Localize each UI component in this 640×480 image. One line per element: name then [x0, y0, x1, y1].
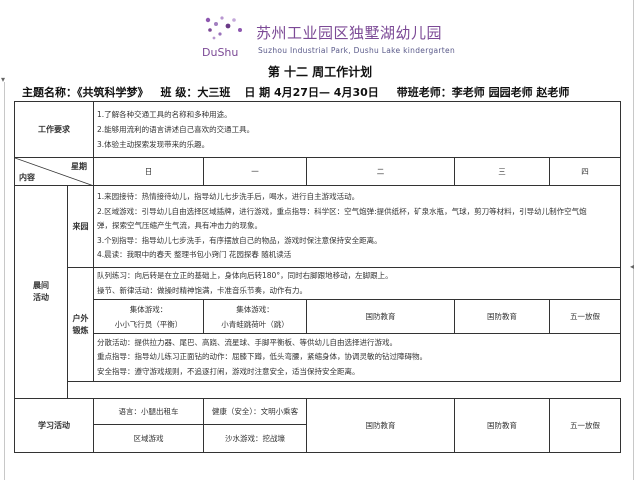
arrival-item: 3.个别指导：指导幼儿七步洗手，有序摆放自己的物品，游戏时保注意保持安全距离。 — [97, 235, 382, 245]
right-edge-marker-icon: ◂ — [630, 262, 635, 271]
morning-activity-label: 晨间 活动 — [14, 185, 68, 399]
weekday-header-cell: 星期 内容 — [14, 157, 94, 186]
safety-guidance: 安全指导：遵守游戏规则，不追逐打闹，游戏时注意安全，适当保持安全距离。 — [97, 366, 360, 376]
key-guidance: 重点指导：指导幼儿练习正面钻的动作：屈膝下蹲，低头弯腰，紧缩身体，协调灵敏的钻过… — [97, 352, 427, 362]
group-game-monday: 集体游戏： 小青蛙跳荷叶（跳） — [203, 299, 307, 334]
arrival-label: 来园 — [67, 185, 94, 268]
class-name: 班 级：大三班 — [160, 86, 231, 99]
weekday-label: 星期 — [71, 162, 87, 171]
logo-mark-icon: DuShu — [202, 16, 242, 59]
date-range: 日 期 4月27日— 4月30日 — [244, 86, 379, 99]
outdoor-drills: 队列练习：向后转是在立正的基础上，身体向后转180°，同时右脚跟地移动，左脚跟上… — [92, 267, 622, 300]
requirements-content: 1.了解各种交通工具的名称和多种用途。 2.能够用流利的语言讲述自己喜欢的交通工… — [92, 101, 622, 158]
outdoor-thursday: 五一放假 — [548, 299, 622, 334]
study-wednesday: 国防教育 — [454, 398, 550, 453]
kindergarten-logo: DuShu 苏州工业园区独墅湖幼儿园 Suzhou Industrial Par… — [200, 14, 460, 60]
page-edge-left — [4, 82, 5, 480]
teachers: 带班老师：李老师 园园老师 赵老师 — [396, 86, 570, 99]
plan-header: 主题名称：《共筑科学梦》班 级：大三班日 期 4月27日— 4月30日 带班老师：… — [22, 84, 569, 100]
content-label: 内容 — [19, 173, 35, 182]
logo-name-cn: 苏州工业园区独墅湖幼儿园 — [256, 24, 443, 42]
arrival-item: 1.来园接待：热情接待幼儿，指导幼儿七步洗手后，喝水，进行自主游戏活动。 — [97, 192, 360, 202]
requirement-item: 3.体验主动探索发现带来的乐趣。 — [97, 140, 210, 149]
document-title: 第 十二 周工作计划 — [267, 65, 373, 79]
arrival-item: 2.区域游戏：引导幼儿自由选择区域插牌，进行游戏，重点指导：科学区：空气炮弹:提… — [97, 206, 587, 216]
scatter-activity: 分散活动：提供拉力器、尾巴、高跷、流星球、手脚平衡板、等供幼儿自由选择进行游戏。 — [97, 337, 397, 347]
logo-name-en: Suzhou Industrial Park, Dushu Lake kinde… — [258, 46, 455, 55]
arrival-content: 1.来园接待：热情接待幼儿，指导幼儿七步洗手后，喝水，进行自主游戏活动。 2.区… — [92, 185, 622, 268]
svg-text:DuShu: DuShu — [202, 46, 238, 59]
study-activity-label: 学习活动 — [14, 398, 94, 453]
queue-practice: 队列练习：向后转是在立正的基础上，身体向后转180°，同时右脚跟地移动，左脚跟上… — [97, 271, 393, 280]
study-monday-2: 沙水游戏：挖战壕 — [203, 424, 307, 453]
arrival-item: 弹，探索空气压缩产生气流，具有冲击力的现象。 — [97, 221, 262, 231]
day-monday: 一 — [203, 157, 307, 186]
study-tuesday: 国防教育 — [306, 398, 455, 453]
outdoor-tuesday: 国防教育 — [306, 299, 455, 334]
requirement-item: 1.了解各种交通工具的名称和多种用途。 — [97, 110, 232, 119]
outdoor-label: 户外 锻炼 — [67, 267, 94, 382]
study-monday: 健康（安全）：文明小乘客 — [203, 398, 307, 425]
exercise-practice: 操节、新律活动：做操时精神饱满，卡准音乐节奏，动作有力。 — [97, 285, 307, 295]
study-sunday-2: 区域游戏 — [93, 424, 204, 453]
study-sunday: 语言：小腿出租车 — [93, 398, 204, 425]
group-game-sunday: 集体游戏： 小小飞行员（平衡） — [93, 299, 204, 334]
day-sunday: 日 — [93, 157, 204, 186]
day-thursday: 四 — [548, 157, 622, 186]
day-tuesday: 二 — [306, 157, 455, 186]
day-wednesday: 三 — [454, 157, 550, 186]
study-thursday: 五一放假 — [548, 398, 622, 453]
outdoor-guidance: 分散活动：提供拉力器、尾巴、高跷、流星球、手脚平衡板、等供幼儿自由选择进行游戏。… — [92, 333, 622, 382]
requirement-item: 2.能够用流利的语言讲述自己喜欢的交通工具。 — [97, 125, 255, 134]
requirements-label: 工作要求 — [14, 101, 94, 158]
weekly-plan-table: 工作要求 1.了解各种交通工具的名称和多种用途。 2.能够用流利的语言讲述自己喜… — [14, 101, 622, 453]
arrival-item: 4.晨读：我眼中的春天 整理书包小窍门 花园探春 随机读活 — [97, 250, 292, 260]
outdoor-wednesday: 国防教育 — [454, 299, 550, 334]
theme-name: 主题名称：《共筑科学梦》 — [22, 86, 149, 99]
